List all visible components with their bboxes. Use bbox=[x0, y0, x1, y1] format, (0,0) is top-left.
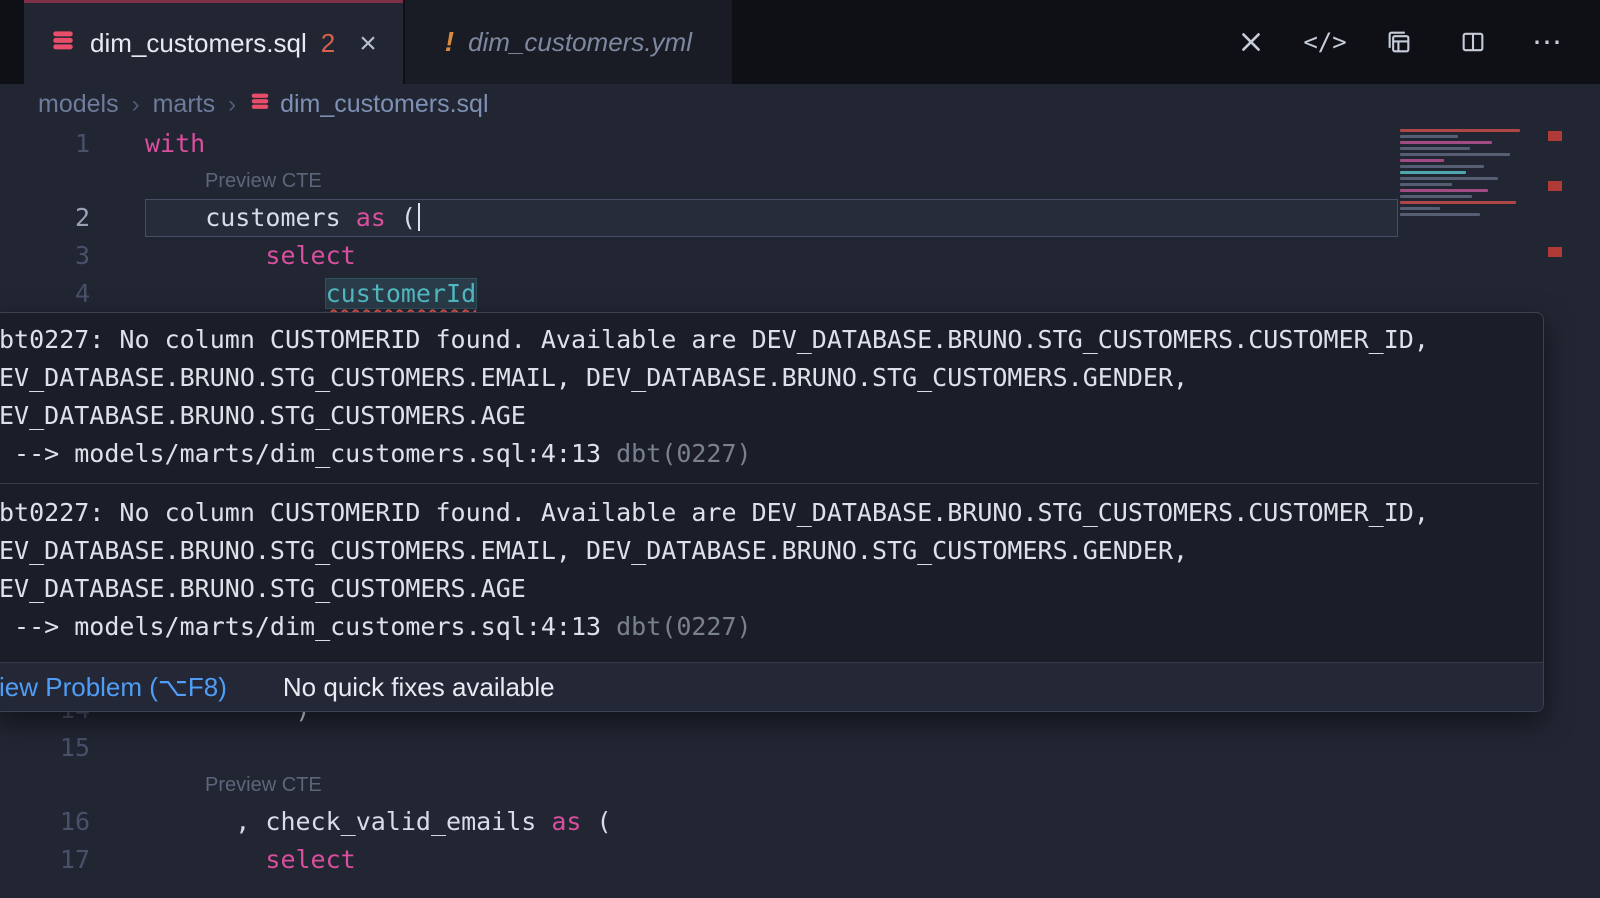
minimap-line bbox=[1400, 189, 1488, 192]
keyword-select: select bbox=[265, 845, 355, 874]
minimap-line bbox=[1400, 177, 1498, 180]
code-line-1: 1 with bbox=[0, 125, 1600, 163]
identifier-customers: customers bbox=[205, 203, 356, 232]
minimap-line bbox=[1400, 129, 1520, 132]
keyword-as: as bbox=[551, 807, 581, 836]
minimap[interactable] bbox=[1400, 129, 1542, 216]
error-text: EV_DATABASE.BRUNO.STG_CUSTOMERS.AGE bbox=[0, 570, 1539, 608]
code-line-17: 17 select bbox=[0, 841, 1600, 879]
minimap-line bbox=[1400, 135, 1458, 138]
line-number: 3 bbox=[0, 237, 90, 275]
no-quick-fixes-text: No quick fixes available bbox=[283, 668, 555, 706]
more-actions-icon[interactable]: ⋯ bbox=[1530, 25, 1564, 59]
error-source: dbt(0227) bbox=[616, 439, 751, 468]
line-number: 4 bbox=[0, 275, 90, 313]
line-number: 17 bbox=[0, 841, 90, 879]
error-identifier-customerid[interactable]: customerId bbox=[326, 279, 477, 308]
codelens-row: Preview CTE bbox=[0, 767, 1600, 803]
minimap-line bbox=[1400, 165, 1484, 168]
error-text: EV_DATABASE.BRUNO.STG_CUSTOMERS.EMAIL, D… bbox=[0, 532, 1539, 570]
minimap-line bbox=[1400, 183, 1452, 186]
code-line-2-current: 2 customers as ( bbox=[0, 199, 1600, 237]
tab-label: dim_customers.sql bbox=[90, 28, 307, 59]
close-icon[interactable]: × bbox=[359, 27, 377, 61]
chevron-right-icon: › bbox=[132, 91, 140, 119]
dbt-power-user-icon[interactable] bbox=[1234, 25, 1268, 59]
tab-dim-customers-sql[interactable]: dim_customers.sql 2 × bbox=[24, 0, 403, 84]
keyword-select: select bbox=[265, 241, 355, 270]
code-editor[interactable]: 1 with Preview CTE 2 customers as ( 3 se… bbox=[0, 125, 1600, 898]
code-line-4: 4 customerId bbox=[0, 275, 1600, 313]
minimap-line bbox=[1400, 213, 1480, 216]
error-location[interactable]: --> models/marts/dim_customers.sql:4:13 bbox=[14, 439, 616, 468]
overview-ruler-error-mark bbox=[1548, 131, 1562, 141]
breadcrumb-file-label: dim_customers.sql bbox=[280, 90, 488, 119]
chevron-right-icon: › bbox=[228, 91, 236, 119]
keyword-with: with bbox=[145, 129, 205, 158]
error-message-block: bt0227: No column CUSTOMERID found. Avai… bbox=[0, 483, 1539, 656]
open-paren: ( bbox=[581, 807, 611, 836]
codelens-row: Preview CTE bbox=[0, 163, 1600, 199]
error-source: dbt(0227) bbox=[616, 612, 751, 641]
line-number: 1 bbox=[0, 125, 90, 163]
text-cursor bbox=[418, 203, 420, 231]
vscode-window: dim_customers.sql 2 × ! dim_customers.ym… bbox=[0, 0, 1600, 898]
split-editor-icon[interactable] bbox=[1456, 25, 1490, 59]
diagnostic-hover-popup: bt0227: No column CUSTOMERID found. Avai… bbox=[0, 312, 1544, 712]
breadcrumb-models[interactable]: models bbox=[38, 90, 119, 119]
minimap-line bbox=[1400, 195, 1472, 198]
open-paren: ( bbox=[386, 203, 416, 232]
error-text: bt0227: No column CUSTOMERID found. Avai… bbox=[0, 321, 1539, 359]
dbt-file-icon bbox=[249, 90, 271, 119]
preview-cte-codelens[interactable]: Preview CTE bbox=[0, 163, 322, 199]
copy-table-icon[interactable] bbox=[1382, 25, 1416, 59]
error-location[interactable]: --> models/marts/dim_customers.sql:4:13 bbox=[14, 612, 616, 641]
minimap-line bbox=[1400, 159, 1444, 162]
tab-label: dim_customers.yml bbox=[468, 27, 692, 58]
minimap-line bbox=[1400, 153, 1510, 156]
error-text: EV_DATABASE.BRUNO.STG_CUSTOMERS.AGE bbox=[0, 397, 1539, 435]
minimap-line bbox=[1400, 141, 1492, 144]
tab-problem-badge: 2 bbox=[321, 28, 335, 59]
error-location-row: --> models/marts/dim_customers.sql:4:13 … bbox=[0, 435, 1539, 473]
preview-cte-codelens[interactable]: Preview CTE bbox=[0, 767, 322, 803]
dbt-file-icon bbox=[50, 27, 76, 60]
compiled-code-icon[interactable]: </> bbox=[1308, 25, 1342, 59]
tab-dim-customers-yml[interactable]: ! dim_customers.yml bbox=[405, 0, 732, 84]
minimap-line bbox=[1400, 207, 1440, 210]
editor-tab-bar: dim_customers.sql 2 × ! dim_customers.ym… bbox=[0, 0, 1600, 84]
minimap-line bbox=[1400, 171, 1466, 174]
line-number: 2 bbox=[0, 199, 90, 237]
editor-actions: </> ⋯ bbox=[1234, 0, 1600, 84]
popup-body: bt0227: No column CUSTOMERID found. Avai… bbox=[0, 313, 1543, 656]
code-line-15: 15 bbox=[0, 729, 1600, 767]
error-location-row: --> models/marts/dim_customers.sql:4:13 … bbox=[0, 608, 1539, 646]
line-number: 16 bbox=[0, 803, 90, 841]
view-problem-link[interactable]: iew Problem (⌥F8) bbox=[0, 668, 227, 706]
code-line-16: 16 , check_valid_emails as ( bbox=[0, 803, 1600, 841]
breadcrumb-marts[interactable]: marts bbox=[153, 90, 216, 119]
warning-icon: ! bbox=[445, 26, 454, 58]
keyword-as: as bbox=[356, 203, 386, 232]
error-text: bt0227: No column CUSTOMERID found. Avai… bbox=[0, 494, 1539, 532]
overview-ruler-error-mark bbox=[1548, 181, 1562, 191]
line-number: 15 bbox=[0, 729, 90, 767]
error-message-block: bt0227: No column CUSTOMERID found. Avai… bbox=[0, 321, 1539, 483]
error-text: EV_DATABASE.BRUNO.STG_CUSTOMERS.EMAIL, D… bbox=[0, 359, 1539, 397]
minimap-line bbox=[1400, 147, 1470, 150]
overview-ruler-error-mark bbox=[1548, 247, 1562, 257]
minimap-line bbox=[1400, 201, 1516, 204]
breadcrumb: models › marts › dim_customers.sql bbox=[0, 84, 1600, 125]
code-line-3: 3 select bbox=[0, 237, 1600, 275]
popup-footer: iew Problem (⌥F8) No quick fixes availab… bbox=[0, 662, 1543, 711]
breadcrumb-file[interactable]: dim_customers.sql bbox=[249, 90, 488, 119]
identifier-check-valid-emails: , check_valid_emails bbox=[235, 807, 551, 836]
